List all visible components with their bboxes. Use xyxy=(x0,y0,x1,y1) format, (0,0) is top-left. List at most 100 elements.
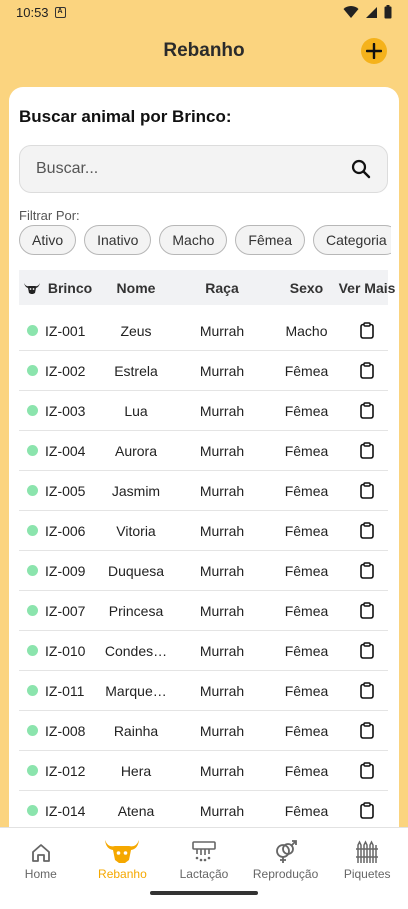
ver-mais-button[interactable] xyxy=(346,802,388,819)
active-status-dot xyxy=(26,605,38,616)
brinco-cell: IZ-011 xyxy=(45,682,85,699)
table-row[interactable]: IZ-003 Lua Murrah Fêmea xyxy=(19,391,388,431)
active-status-dot xyxy=(26,565,38,576)
status-cell xyxy=(19,765,45,776)
ver-mais-button[interactable] xyxy=(346,402,388,419)
filter-chip-ativo[interactable]: Ativo xyxy=(19,225,77,255)
nome-cell: Marque… xyxy=(105,682,167,699)
filter-chip-inativo[interactable]: Inativo xyxy=(84,225,152,255)
brinco-cell: IZ-001 xyxy=(45,322,86,339)
table-row[interactable]: IZ-010 Condes… Murrah Fêmea xyxy=(19,631,388,671)
active-status-dot xyxy=(26,365,38,376)
ver-mais-button[interactable] xyxy=(346,722,388,739)
active-status-dot xyxy=(26,765,38,776)
ver-mais-button[interactable] xyxy=(346,682,388,699)
ver-mais-button[interactable] xyxy=(346,762,388,779)
nav-lactacao-label: Lactação xyxy=(179,867,229,881)
brinco-cell: IZ-010 xyxy=(45,642,86,659)
nav-piquetes[interactable]: Piquetes xyxy=(326,838,408,888)
raca-cell: Murrah xyxy=(199,482,245,499)
gesture-bar[interactable] xyxy=(150,891,258,895)
ver-mais-button[interactable] xyxy=(346,642,388,659)
table-row[interactable]: IZ-005 Jasmim Murrah Fêmea xyxy=(19,471,388,511)
table-row[interactable]: IZ-001 Zeus Murrah Macho xyxy=(19,311,388,351)
filter-chip-femea[interactable]: Fêmea xyxy=(235,225,305,255)
status-bar: 10:53 A xyxy=(0,0,408,24)
header-raca: Raça xyxy=(205,279,239,296)
nav-home[interactable]: Home xyxy=(0,838,82,888)
add-animal-button[interactable] xyxy=(361,38,387,64)
table-row[interactable]: IZ-002 Estrela Murrah Fêmea xyxy=(19,351,388,391)
signal-icon xyxy=(366,6,377,18)
clipboard-icon xyxy=(360,602,374,619)
nav-lactacao[interactable]: Lactação xyxy=(163,838,245,888)
table-row[interactable]: IZ-006 Vitoria Murrah Fêmea xyxy=(19,511,388,551)
buffalo-icon xyxy=(24,282,40,294)
search-input[interactable] xyxy=(36,160,351,178)
nome-cell: Duquesa xyxy=(107,562,165,579)
table-header: Brinco Nome Raça Sexo Ver Mais xyxy=(19,270,396,305)
active-status-dot xyxy=(26,405,38,416)
nome-cell: Jasmim xyxy=(111,482,161,499)
table-row[interactable]: IZ-012 Hera Murrah Fêmea xyxy=(19,751,388,791)
ver-mais-button[interactable] xyxy=(346,602,388,619)
nav-reproducao[interactable]: Reprodução xyxy=(245,838,327,888)
table-row[interactable]: IZ-007 Princesa Murrah Fêmea xyxy=(19,591,388,631)
nav-rebanho-label: Rebanho xyxy=(98,867,147,881)
table-row[interactable]: IZ-009 Duquesa Murrah Fêmea xyxy=(19,551,388,591)
table-row[interactable]: IZ-011 Marque… Murrah Fêmea xyxy=(19,671,388,711)
clipboard-icon xyxy=(360,562,374,579)
table-row[interactable]: IZ-008 Rainha Murrah Fêmea xyxy=(19,711,388,751)
header-ver-mais: Ver Mais xyxy=(338,279,396,296)
brinco-cell: IZ-014 xyxy=(45,802,86,819)
nome-cell: Zeus xyxy=(120,322,152,339)
ver-mais-button[interactable] xyxy=(346,522,388,539)
ver-mais-button[interactable] xyxy=(346,442,388,459)
brinco-cell: IZ-002 xyxy=(45,362,86,379)
filter-chip-macho[interactable]: Macho xyxy=(159,225,228,255)
ver-mais-button[interactable] xyxy=(346,322,388,339)
search-box[interactable] xyxy=(19,145,388,193)
clipboard-icon xyxy=(360,682,374,699)
nome-cell: Estrela xyxy=(114,362,158,379)
nome-cell: Princesa xyxy=(108,602,164,619)
page-title: Rebanho xyxy=(163,40,245,61)
header-status xyxy=(19,281,45,295)
status-cell xyxy=(19,445,45,456)
active-status-dot xyxy=(26,525,38,536)
nome-cell: Aurora xyxy=(114,442,158,459)
table-row[interactable]: IZ-014 Atena Murrah Fêmea xyxy=(19,791,388,827)
filter-chips: Ativo Inativo Macho Fêmea Categoria xyxy=(19,225,391,257)
ver-mais-button[interactable] xyxy=(346,482,388,499)
active-status-dot xyxy=(26,725,38,736)
nome-cell: Lua xyxy=(124,402,148,419)
clipboard-icon xyxy=(360,402,374,419)
status-cell xyxy=(19,325,45,336)
nome-cell: Rainha xyxy=(113,722,159,739)
filter-chip-categoria[interactable]: Categoria xyxy=(312,225,391,255)
active-status-dot xyxy=(26,685,38,696)
sim-icon: A xyxy=(54,6,66,18)
nav-rebanho[interactable]: Rebanho xyxy=(82,838,164,888)
ver-mais-button[interactable] xyxy=(346,562,388,579)
home-icon xyxy=(31,844,50,862)
sexo-cell: Fêmea xyxy=(284,682,329,699)
gender-icon xyxy=(275,840,297,863)
raca-cell: Murrah xyxy=(199,562,245,579)
sexo-cell: Fêmea xyxy=(284,762,329,779)
raca-cell: Murrah xyxy=(199,802,245,819)
nome-cell: Atena xyxy=(117,802,155,819)
sexo-cell: Fêmea xyxy=(284,362,329,379)
bottom-nav: Home Rebanho Lactação Reprodução Piquete… xyxy=(0,827,408,909)
clipboard-icon xyxy=(360,482,374,499)
header-brinco: Brinco xyxy=(47,279,93,296)
table-row[interactable]: IZ-004 Aurora Murrah Fêmea xyxy=(19,431,388,471)
raca-cell: Murrah xyxy=(199,402,245,419)
search-icon[interactable] xyxy=(351,159,371,179)
status-cell xyxy=(19,645,45,656)
herd-card: Buscar animal por Brinco: Filtrar Por: A… xyxy=(9,87,399,827)
brinco-cell: IZ-006 xyxy=(45,522,86,539)
ver-mais-button[interactable] xyxy=(346,362,388,379)
raca-cell: Murrah xyxy=(199,762,245,779)
clipboard-icon xyxy=(360,802,374,819)
